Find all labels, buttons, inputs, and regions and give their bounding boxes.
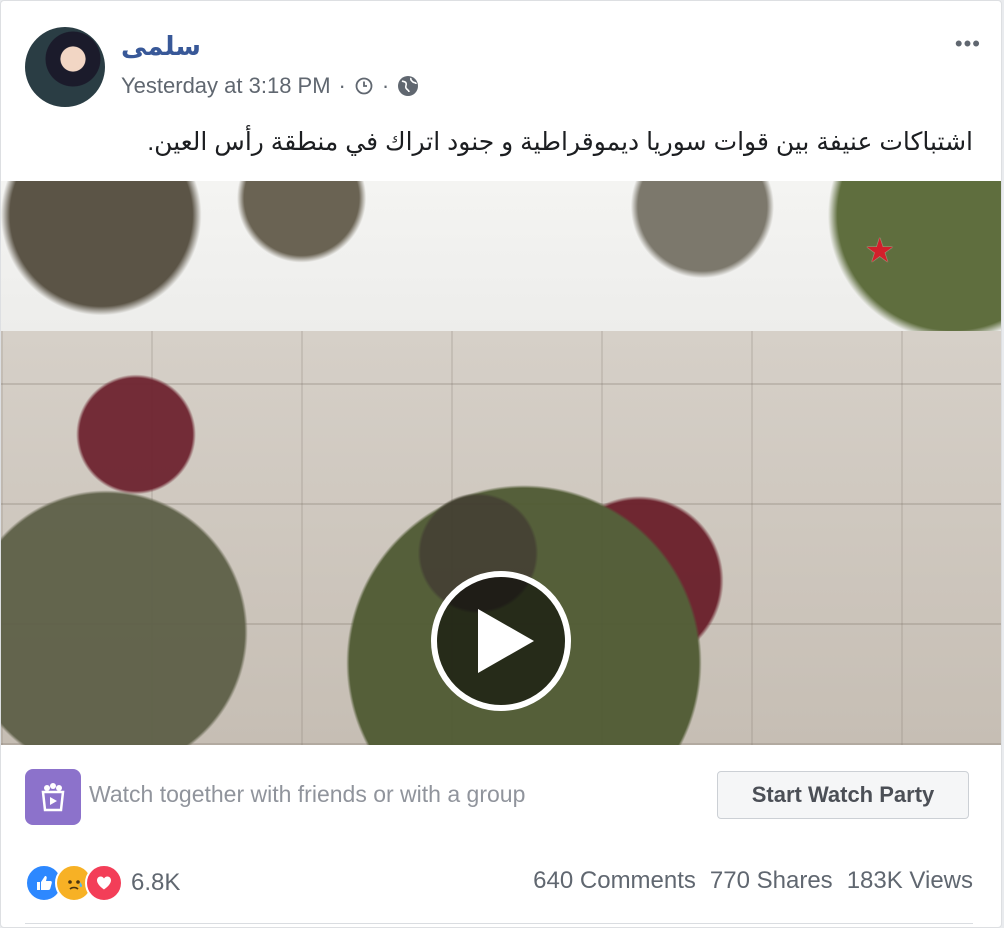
- watch-party-prompt: Watch together with friends or with a gr…: [89, 781, 526, 807]
- views-count: 183K Views: [846, 867, 973, 894]
- play-icon: [478, 609, 534, 673]
- meta-separator: ·: [381, 73, 390, 98]
- watch-party-icon: [25, 769, 81, 825]
- love-reaction-icon: [85, 864, 123, 902]
- play-button[interactable]: [431, 571, 571, 711]
- video-player[interactable]: ★: [1, 181, 1001, 745]
- comments-count[interactable]: 640 Comments: [533, 867, 696, 895]
- divider: [25, 923, 973, 924]
- reactions-summary[interactable]: 6.8K: [25, 863, 180, 903]
- video-frame-figure: [1, 366, 301, 745]
- post-stats: 640 Comments 770 Shares 183K Views: [533, 867, 973, 895]
- post-meta: Yesterday at 3:18 PM · ·: [121, 73, 419, 99]
- globe-icon[interactable]: [397, 75, 419, 97]
- video-frame-background: [1, 181, 1001, 351]
- author-name[interactable]: سلمى: [121, 31, 201, 62]
- start-watch-party-button[interactable]: Start Watch Party: [717, 771, 969, 819]
- post-text: اشتباكات عنيفة بين قوات سوريا ديموقراطية…: [147, 128, 973, 156]
- watch-party-bar: Watch together with friends or with a gr…: [1, 745, 1001, 845]
- post-timestamp[interactable]: Yesterday at 3:18 PM: [121, 73, 331, 99]
- more-options-button[interactable]: •••: [955, 31, 981, 57]
- author-avatar[interactable]: [25, 27, 105, 107]
- clock-icon: [354, 76, 374, 96]
- reaction-count: 6.8K: [131, 869, 181, 896]
- shares-count[interactable]: 770 Shares: [710, 867, 833, 895]
- post-card: سلمى Yesterday at 3:18 PM · · ••• اشتباك…: [0, 0, 1002, 928]
- red-star-icon: ★: [864, 232, 895, 270]
- meta-separator: ·: [338, 73, 346, 98]
